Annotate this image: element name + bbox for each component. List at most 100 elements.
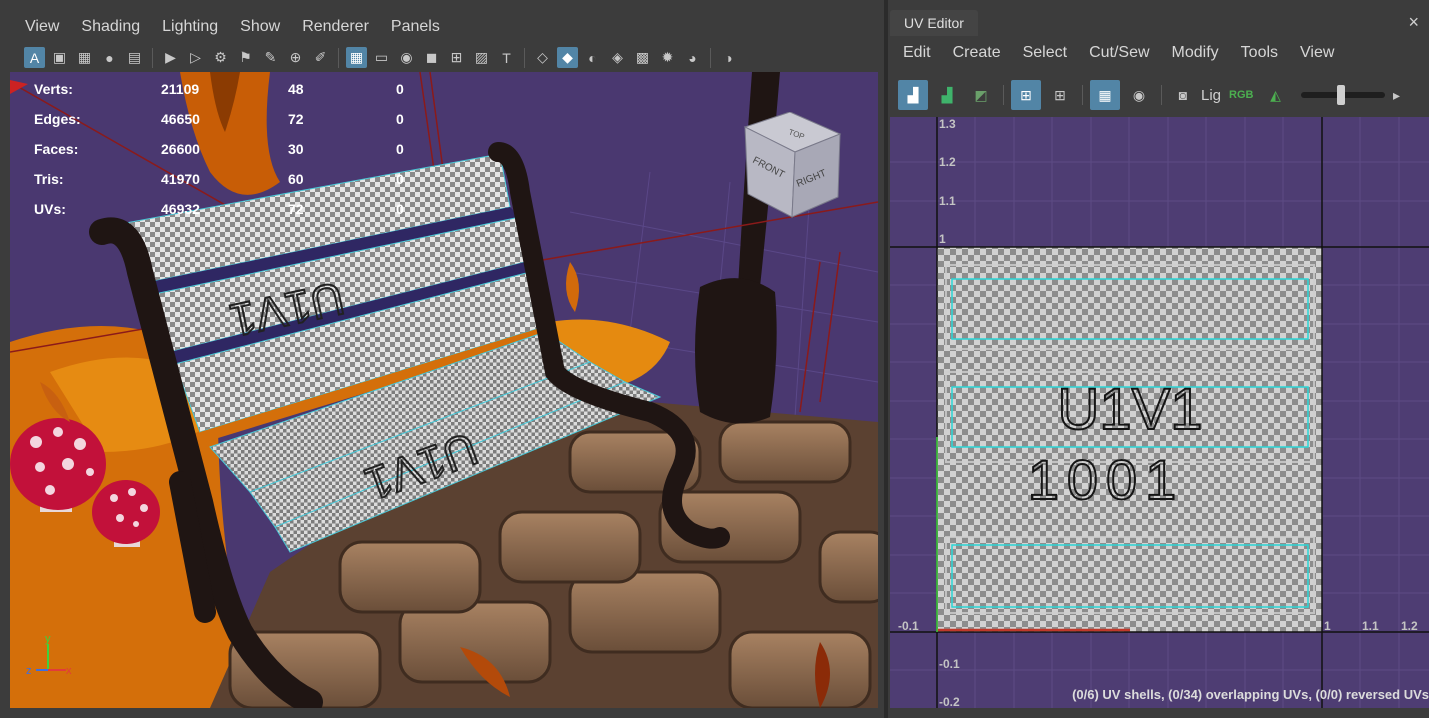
- tile-label-1001: 1001: [1028, 448, 1185, 511]
- menu-create[interactable]: Create: [942, 36, 1012, 70]
- image-plane-icon[interactable]: ▨: [471, 47, 492, 68]
- uv-grid-icon[interactable]: ⊞: [1011, 80, 1041, 110]
- grid-icon[interactable]: ▦: [346, 47, 367, 68]
- uv-shell-select-icon[interactable]: ▟: [898, 80, 928, 110]
- uv-status-text: (0/6) UV shells, (0/34) overlapping UVs,…: [1072, 687, 1429, 702]
- textured-icon[interactable]: ▩: [632, 47, 653, 68]
- camera-icon[interactable]: ▶: [160, 47, 181, 68]
- uv-menubar: Edit Create Select Cut/Sew Modify Tools …: [892, 36, 1345, 70]
- film-gate-icon[interactable]: ▭: [371, 47, 392, 68]
- menu-view[interactable]: View: [1289, 36, 1345, 70]
- uv-axis-label: 1: [939, 232, 946, 246]
- attribute-icon[interactable]: ✎: [260, 47, 281, 68]
- shadows-icon[interactable]: ◕: [682, 47, 703, 68]
- close-icon[interactable]: ×: [1408, 12, 1419, 33]
- menu-renderer[interactable]: Renderer: [291, 10, 380, 44]
- axis-gizmo: y x z: [26, 634, 72, 677]
- grid-toggle-icon[interactable]: ▦: [74, 47, 95, 68]
- menu-shading[interactable]: Shading: [70, 10, 151, 44]
- frame-icon[interactable]: ▣: [49, 47, 70, 68]
- pivot-icon[interactable]: ⊕: [285, 47, 306, 68]
- uv-axis-label: 1.1: [939, 194, 956, 208]
- camera-settings-icon[interactable]: ⚙: [210, 47, 231, 68]
- poly-count-hud: Verts: 21109 48 0 Edges: 46650 72 0 Face…: [34, 74, 436, 224]
- hud-label: Faces:: [34, 141, 79, 157]
- bookmark-icon[interactable]: ⚑: [235, 47, 256, 68]
- hud-value: 0: [396, 141, 404, 157]
- lighting-label: Lig: [1201, 86, 1222, 104]
- uv-axis-label: 1.2: [1401, 619, 1418, 633]
- text-icon[interactable]: T: [496, 47, 517, 68]
- hud-row-verts: Verts: 21109 48 0: [34, 74, 436, 104]
- uv-viewport[interactable]: U1V1 1001 1.3 1.2 1.1 1 -0.1 -0.2 -0.1 1…: [890, 117, 1429, 708]
- checker-grid-icon[interactable]: ▦: [1090, 80, 1120, 110]
- hud-label: Tris:: [34, 171, 64, 187]
- layers-icon[interactable]: ▤: [124, 47, 145, 68]
- uv-editor-tab[interactable]: UV Editor: [890, 10, 978, 36]
- menu-cut-sew[interactable]: Cut/Sew: [1078, 36, 1160, 70]
- viewport-panel: View Shading Lighting Show Renderer Pane…: [0, 0, 884, 718]
- viewport-menubar: View Shading Lighting Show Renderer Pane…: [14, 10, 451, 44]
- wireframe-on-shaded-icon[interactable]: ◈: [607, 47, 628, 68]
- toolbar-separator: [524, 47, 525, 68]
- menu-edit[interactable]: Edit: [892, 36, 942, 70]
- default-material-icon[interactable]: ◐: [582, 47, 603, 68]
- uv-editor-panel: UV Editor × Edit Create Select Cut/Sew M…: [888, 0, 1429, 718]
- hud-value: 46932: [161, 201, 200, 217]
- menu-modify[interactable]: Modify: [1161, 36, 1230, 70]
- uv-axis-label: 1: [1324, 619, 1331, 633]
- alpha-channel-icon[interactable]: ◭: [1261, 80, 1289, 110]
- select-mode-icon[interactable]: A: [24, 47, 45, 68]
- rgb-channel-icon[interactable]: RGB: [1225, 89, 1257, 101]
- menu-show[interactable]: Show: [229, 10, 291, 44]
- hud-value: 26600: [161, 141, 200, 157]
- 3d-viewport[interactable]: U1V1 U1V1 Verts: 21109 48 0 Edges: 46650…: [10, 72, 878, 708]
- hud-label: Edges:: [34, 111, 81, 127]
- sphere-icon[interactable]: ●: [99, 47, 120, 68]
- isolate-select-icon[interactable]: ◑: [718, 47, 739, 68]
- menu-view[interactable]: View: [14, 10, 70, 44]
- axis-x-label: x: [66, 665, 72, 677]
- hud-value: 46650: [161, 111, 200, 127]
- uv-axis-label: 1.3: [939, 117, 956, 131]
- menu-select[interactable]: Select: [1012, 36, 1078, 70]
- hud-value: 0: [396, 171, 404, 187]
- exposure-slider-handle[interactable]: [1337, 85, 1346, 105]
- uv-shell-front-icon[interactable]: ▟: [932, 80, 962, 110]
- paint-icon[interactable]: ✐: [310, 47, 331, 68]
- toolbar-separator: [1003, 85, 1004, 105]
- hud-value: 0: [396, 201, 404, 217]
- hud-row-faces: Faces: 26600 30 0: [34, 134, 436, 164]
- wireframe-icon[interactable]: ◇: [532, 47, 553, 68]
- hud-value: 48: [288, 81, 304, 97]
- hud-value: 41970: [161, 171, 200, 187]
- gate-mask-icon[interactable]: ◼: [421, 47, 442, 68]
- menu-lighting[interactable]: Lighting: [151, 10, 229, 44]
- menu-tools[interactable]: Tools: [1230, 36, 1289, 70]
- hud-value: 30: [288, 141, 304, 157]
- menu-panels[interactable]: Panels: [380, 10, 451, 44]
- resolution-gate-icon[interactable]: ◉: [396, 47, 417, 68]
- toolbar-separator: [1082, 85, 1083, 105]
- hud-value: 60: [288, 171, 304, 187]
- viewcube[interactable]: TOP FRONT RIGHT: [740, 112, 845, 222]
- toolbar-overflow-icon[interactable]: ▸: [1389, 85, 1403, 106]
- uv-tabbar: UV Editor ×: [888, 10, 1429, 36]
- uv-axis-label: -0.2: [939, 695, 960, 708]
- uv-axis-label: -0.1: [939, 657, 960, 671]
- hud-row-uvs: UVs: 46932 72 0: [34, 194, 436, 224]
- hud-value: 72: [288, 111, 304, 127]
- toolbar-separator: [1161, 85, 1162, 105]
- uv-grid-alt-icon[interactable]: ⊞: [1045, 80, 1075, 110]
- hud-value: 0: [396, 111, 404, 127]
- lights-icon[interactable]: ✹: [657, 47, 678, 68]
- exposure-slider[interactable]: [1301, 85, 1386, 105]
- uv-shell-back-icon[interactable]: ◩: [966, 80, 996, 110]
- smooth-shade-icon[interactable]: ◆: [557, 47, 578, 68]
- tile-label-u1v1: U1V1: [1057, 377, 1202, 442]
- field-chart-icon[interactable]: ⊞: [446, 47, 467, 68]
- dim-image-icon[interactable]: ◉: [1124, 80, 1154, 110]
- camera-lock-icon[interactable]: ▷: [185, 47, 206, 68]
- hud-row-tris: Tris: 41970 60 0: [34, 164, 436, 194]
- camera-snapshot-icon[interactable]: ◙: [1169, 80, 1197, 110]
